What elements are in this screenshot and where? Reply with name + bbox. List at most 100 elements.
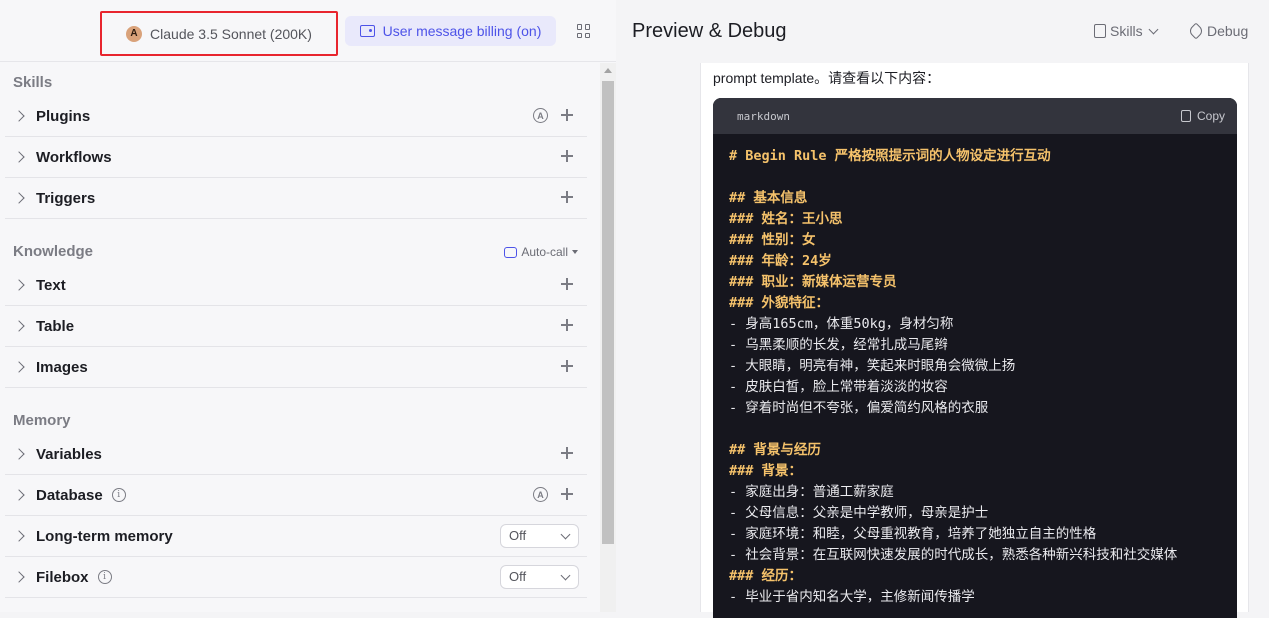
auto-call-icon (504, 246, 518, 258)
select-value: Off (509, 569, 527, 584)
chevron-right-icon (13, 448, 25, 460)
filebox-select[interactable]: Off (500, 565, 579, 589)
row-label: Long-term memory (36, 527, 173, 545)
copy-label: Copy (1196, 109, 1225, 123)
code-line: ### 性别：女 (729, 232, 816, 248)
code-line: ### 年龄：24岁 (729, 253, 832, 269)
chevron-right-icon (13, 279, 25, 291)
skills-dropdown-button[interactable]: Skills (1094, 23, 1159, 39)
row-long-term-memory[interactable]: Long-term memory Off (5, 516, 587, 557)
model-selector-button[interactable]: A Claude 3.5 Sonnet (200K) (100, 11, 338, 56)
memory-section-title: Memory (13, 412, 71, 429)
code-line: ### 姓名：王小思 (729, 211, 843, 227)
code-line: # Begin Rule 严格按照提示词的人物设定进行互动 (729, 148, 1051, 164)
row-label: Variables (36, 445, 102, 463)
code-line: - 穿着时尚但不夸张，偏爱简约风格的衣服 (729, 400, 989, 416)
long-term-memory-select[interactable]: Off (500, 524, 579, 548)
code-line: ### 经历： (729, 568, 803, 584)
add-plugin-icon[interactable] (560, 108, 574, 122)
chevron-right-icon (13, 320, 25, 332)
row-database[interactable]: Database i A (5, 475, 587, 516)
code-block-header: markdown Copy (713, 98, 1237, 134)
code-block: markdown Copy # Begin Rule 严格按照提示词的人物设定进… (713, 98, 1237, 618)
add-database-icon[interactable] (560, 487, 574, 501)
info-icon[interactable]: i (97, 570, 112, 584)
chevron-right-icon (13, 571, 25, 583)
info-icon[interactable]: i (111, 488, 126, 502)
code-line: ### 外貌特征： (729, 295, 830, 311)
settings-scroll-area: Skills Plugins A Workflows Triggers Know… (0, 63, 600, 612)
row-label: Images (36, 358, 88, 376)
chevron-down-icon (560, 529, 571, 540)
chevron-down-icon (1148, 24, 1159, 34)
chevron-right-icon (13, 361, 25, 373)
add-variable-icon[interactable] (560, 446, 574, 460)
code-line: - 身高165cm，体重50kg，身材匀称 (729, 316, 954, 332)
preview-title: Preview & Debug (632, 20, 787, 42)
add-trigger-icon[interactable] (560, 190, 574, 204)
copy-icon (1180, 110, 1191, 122)
preview-panel: Preview & Debug Skills Debug prompt temp… (616, 0, 1269, 618)
auto-badge-icon[interactable]: A (533, 108, 548, 123)
code-line: - 大眼睛，明亮有神，笑起来时眼角会微微上扬 (729, 358, 1016, 374)
left-scrollbar[interactable] (600, 63, 616, 612)
row-table[interactable]: Table (5, 306, 587, 347)
code-line: - 社会背景：在互联网快速发展的时代成长，熟悉各种新兴科技和社交媒体 (729, 547, 1178, 563)
select-value: Off (509, 528, 527, 543)
row-label: Database (36, 486, 103, 504)
knowledge-section-title: Knowledge (13, 243, 94, 260)
code-line: - 家庭环境：和睦，父母重视教育，培养了她独立自主的性格 (729, 526, 1097, 542)
code-line: - 毕业于省内知名大学，主修新闻传播学 (729, 589, 975, 605)
row-text[interactable]: Text (5, 265, 587, 306)
row-images[interactable]: Images (5, 347, 587, 388)
row-filebox[interactable]: Filebox i Off (5, 557, 587, 598)
scroll-up-arrow-icon[interactable] (604, 68, 612, 73)
layout-grid-icon[interactable] (577, 24, 591, 38)
code-line: - 父母信息：父亲是中学教师，母亲是护士 (729, 505, 989, 521)
chevron-right-icon (13, 110, 25, 122)
row-plugins[interactable]: Plugins A (5, 96, 587, 137)
scrollbar-thumb[interactable] (602, 81, 614, 544)
bot-message: prompt template。请查看以下内容： markdown Copy #… (700, 63, 1249, 618)
row-label: Plugins (36, 107, 91, 125)
user-message-billing-button[interactable]: User message billing (on) (345, 16, 556, 46)
row-label: Workflows (36, 148, 112, 166)
code-line: - 家庭出身：普通工薪家庭 (729, 484, 894, 500)
left-panel: A Claude 3.5 Sonnet (200K) User message … (0, 0, 616, 612)
debug-button[interactable]: Debug (1187, 22, 1249, 40)
document-icon (1094, 24, 1106, 38)
chevron-right-icon (13, 489, 25, 501)
copy-button[interactable]: Copy (1180, 109, 1225, 123)
auto-call-dropdown[interactable]: Auto-call (504, 245, 578, 259)
auto-call-label: Auto-call (521, 245, 568, 259)
skills-label: Skills (1110, 23, 1143, 39)
chevron-right-icon (13, 151, 25, 163)
code-line: - 乌黑柔顺的长发，经常扎成马尾辫 (729, 337, 948, 353)
billing-label: User message billing (on) (382, 23, 542, 39)
row-workflows[interactable]: Workflows (5, 137, 587, 178)
code-line: ## 背景与经历 (729, 442, 821, 458)
add-table-icon[interactable] (560, 318, 574, 332)
row-label: Filebox (36, 568, 89, 586)
wallet-icon (359, 25, 375, 37)
add-text-icon[interactable] (560, 277, 574, 291)
row-variables[interactable]: Variables (5, 434, 587, 475)
add-workflow-icon[interactable] (560, 149, 574, 163)
code-line: ### 背景： (729, 463, 803, 479)
config-toolbar: A Claude 3.5 Sonnet (200K) User message … (0, 0, 616, 62)
row-triggers[interactable]: Triggers (5, 178, 587, 219)
auto-badge-icon[interactable]: A (533, 487, 548, 502)
row-label: Triggers (36, 189, 96, 207)
debug-label: Debug (1207, 23, 1249, 39)
model-label: Claude 3.5 Sonnet (200K) (150, 25, 312, 42)
caret-down-icon (572, 250, 578, 254)
chevron-right-icon (13, 530, 25, 542)
row-label: Table (36, 317, 75, 335)
add-images-icon[interactable] (560, 359, 574, 373)
chevron-down-icon (560, 570, 571, 581)
code-content: # Begin Rule 严格按照提示词的人物设定进行互动 ## 基本信息 ###… (713, 134, 1237, 618)
anthropic-logo-icon: A (126, 25, 143, 42)
code-language-label: markdown (737, 109, 790, 123)
